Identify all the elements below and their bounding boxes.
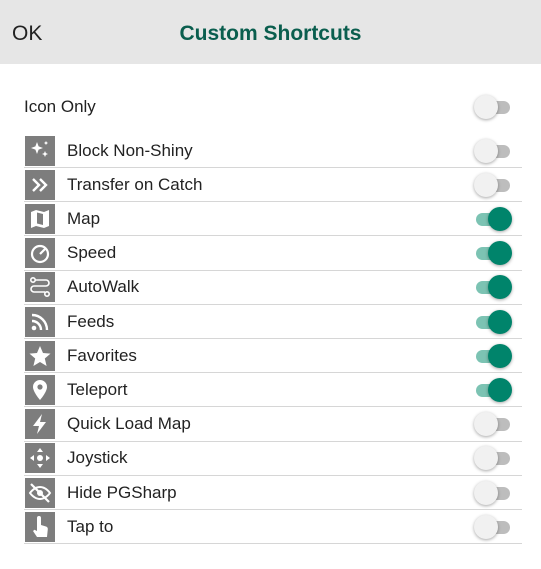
- shortcut-toggle[interactable]: [474, 446, 512, 471]
- shortcut-row-transfer-on-catch: Transfer on Catch: [24, 168, 522, 203]
- shortcut-label: Map: [67, 208, 101, 228]
- shortcut-label: AutoWalk: [67, 277, 140, 297]
- shortcut-label: Joystick: [67, 448, 128, 468]
- shortcut-toggle[interactable]: [474, 377, 512, 402]
- shortcut-toggle[interactable]: [474, 343, 512, 368]
- location-pin-icon: [25, 374, 55, 405]
- joystick-icon: [25, 443, 55, 474]
- route-icon: [25, 272, 55, 303]
- tap-hand-icon: [25, 511, 55, 542]
- shortcut-toggle[interactable]: [474, 138, 512, 163]
- shortcut-row-hide-pgsharp: Hide PGSharp: [24, 476, 522, 510]
- shortcut-row-favorites: Favorites: [24, 339, 522, 374]
- rss-icon: [25, 306, 55, 337]
- shortcut-toggle[interactable]: [474, 412, 512, 437]
- shortcut-label: Hide PGSharp: [67, 482, 177, 502]
- shortcut-row-feeds: Feeds: [24, 305, 522, 339]
- sparkle-icon: [25, 135, 55, 166]
- eye-off-icon: [25, 477, 55, 508]
- icon-only-toggle[interactable]: [474, 94, 512, 119]
- shortcut-row-quick-load-map: Quick Load Map: [24, 408, 522, 442]
- shortcut-label: Favorites: [67, 345, 137, 365]
- shortcut-label: Tap to: [67, 516, 114, 536]
- shortcut-row-block-non-shiny: Block Non-Shiny: [24, 134, 522, 168]
- speedometer-icon: [25, 238, 55, 269]
- shortcut-toggle[interactable]: [474, 514, 512, 539]
- shortcut-label: Feeds: [67, 311, 115, 331]
- map-icon: [25, 203, 55, 234]
- shortcut-row-joystick: Joystick: [24, 442, 522, 476]
- double-chevron-icon: [25, 169, 55, 200]
- shortcut-row-map: Map: [24, 202, 522, 237]
- lightning-icon: [25, 409, 55, 440]
- star-icon: [25, 340, 55, 371]
- icon-only-label: Icon Only: [24, 96, 96, 116]
- shortcut-row-teleport: Teleport: [24, 373, 522, 408]
- shortcut-row-speed: Speed: [24, 237, 522, 271]
- shortcut-toggle[interactable]: [474, 275, 512, 300]
- page-title: Custom Shortcuts: [179, 22, 362, 45]
- shortcut-toggle[interactable]: [474, 206, 512, 231]
- shortcut-label: Block Non-Shiny: [67, 140, 193, 160]
- shortcut-label: Speed: [67, 243, 117, 263]
- shortcut-toggle[interactable]: [474, 480, 512, 505]
- shortcut-label: Teleport: [67, 379, 128, 399]
- shortcut-label: Quick Load Map: [67, 414, 191, 434]
- header-bar: OK Custom Shortcuts: [0, 0, 541, 64]
- shortcut-label: Transfer on Catch: [67, 174, 203, 194]
- shortcut-row-autowalk: AutoWalk: [24, 271, 522, 305]
- shortcut-row-tap-to: Tap to: [24, 510, 522, 545]
- icon-only-row: Icon Only: [24, 90, 522, 123]
- shortcut-toggle[interactable]: [474, 309, 512, 334]
- shortcut-toggle[interactable]: [474, 241, 512, 266]
- shortcut-toggle[interactable]: [474, 172, 512, 197]
